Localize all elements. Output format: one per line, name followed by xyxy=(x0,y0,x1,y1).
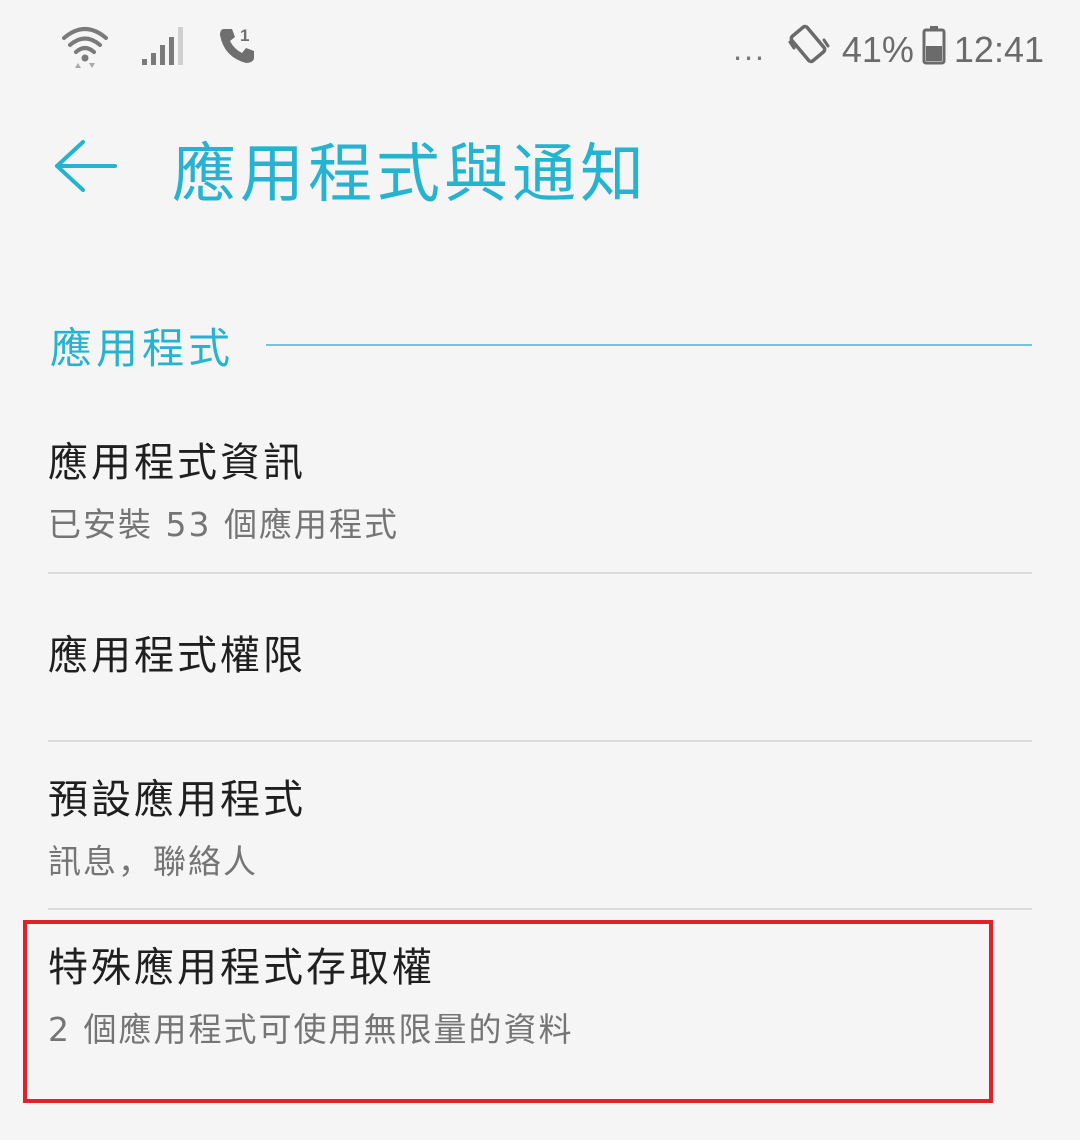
list-item-special-app-access[interactable]: 特殊應用程式存取權 2 個應用程式可使用無限量的資料 xyxy=(48,940,1032,1054)
section-title: 應用程式 xyxy=(50,323,235,373)
item-subtitle: 2 個應用程式可使用無限量的資料 xyxy=(48,1010,574,1049)
more-notifications-indicator: ... xyxy=(733,31,766,67)
clock: 12:41 xyxy=(953,28,1044,70)
list-divider xyxy=(48,572,1032,574)
svg-text:1: 1 xyxy=(240,26,249,45)
item-title: 預設應用程式 xyxy=(48,777,306,823)
section-header-apps: 應用程式 xyxy=(50,315,1032,375)
vibrate-icon xyxy=(784,20,834,79)
list-divider xyxy=(48,908,1032,910)
page-title: 應用程式與通知 xyxy=(172,138,648,212)
item-title: 應用程式權限 xyxy=(48,633,306,679)
list-item-app-permissions[interactable]: 應用程式權限 xyxy=(48,628,1032,684)
list-divider xyxy=(48,740,1032,742)
status-bar-left: 1 xyxy=(60,20,260,74)
item-title: 特殊應用程式存取權 xyxy=(48,945,435,991)
wifi-icon xyxy=(60,20,110,74)
back-arrow-icon xyxy=(53,138,117,198)
battery-icon xyxy=(922,25,946,74)
app-bar: 應用程式與通知 xyxy=(0,120,1080,230)
section-divider xyxy=(266,344,1032,346)
item-title: 應用程式資訊 xyxy=(48,440,306,486)
signal-icon xyxy=(140,23,186,71)
battery-percent: 41% xyxy=(841,28,914,70)
status-bar: 1 ... 41% 12:41 xyxy=(0,0,1080,90)
list-item-default-apps[interactable]: 預設應用程式 訊息，聯絡人 xyxy=(48,772,1032,886)
back-button[interactable] xyxy=(50,138,120,198)
call-icon: 1 xyxy=(216,23,260,71)
item-subtitle: 訊息，聯絡人 xyxy=(48,842,258,881)
status-bar-right: ... 41% 12:41 xyxy=(733,20,1044,79)
item-subtitle: 已安裝 53 個應用程式 xyxy=(48,505,399,544)
list-item-app-info[interactable]: 應用程式資訊 已安裝 53 個應用程式 xyxy=(48,435,1032,549)
